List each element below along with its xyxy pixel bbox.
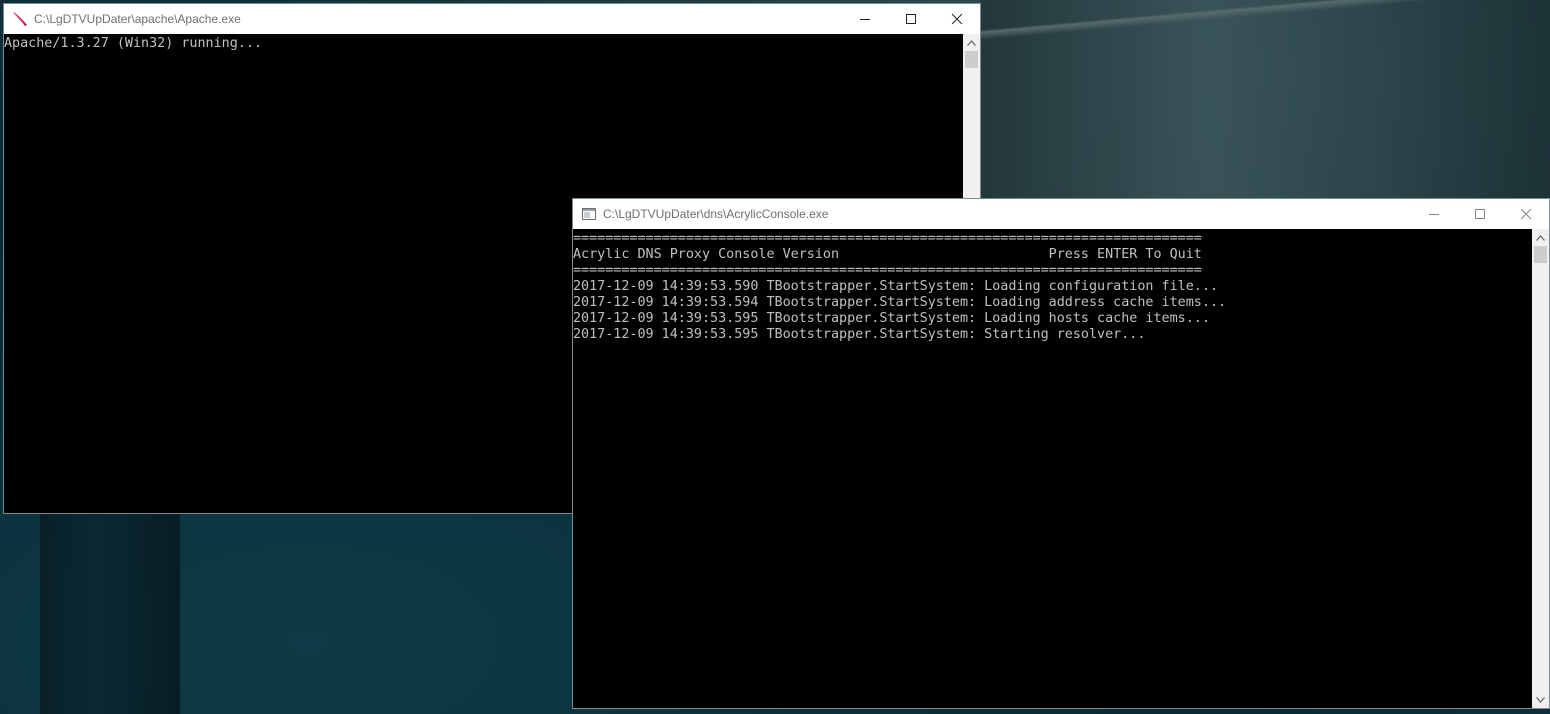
close-button[interactable]: [934, 4, 980, 34]
acrylic-console-area[interactable]: ========================================…: [573, 229, 1549, 708]
close-icon: [951, 13, 963, 25]
console-line: 2017-12-09 14:39:53.595 TBootstrapper.St…: [573, 311, 1210, 326]
acrylic-titlebar[interactable]: C:\LgDTVUpDater\dns\AcrylicConsole.exe: [573, 199, 1549, 229]
maximize-icon: [1475, 209, 1485, 219]
minimize-icon: [860, 19, 870, 20]
console-line: 2017-12-09 14:39:53.595 TBootstrapper.St…: [573, 327, 1146, 342]
console-line: Apache/1.3.27 (Win32) running...: [4, 36, 262, 51]
acrylic-console-window[interactable]: C:\LgDTVUpDater\dns\AcrylicConsole.exe =…: [572, 198, 1550, 709]
acrylic-console-output: ========================================…: [573, 231, 1226, 343]
close-button[interactable]: [1503, 199, 1549, 229]
scroll-thumb[interactable]: [965, 51, 978, 68]
acrylic-scrollbar[interactable]: [1532, 229, 1549, 708]
chevron-up-icon: [1536, 234, 1545, 241]
console-line: ========================================…: [573, 263, 1202, 278]
console-app-icon: [581, 206, 597, 222]
close-icon: [1520, 208, 1532, 220]
apache-titlebar[interactable]: C:\LgDTVUpDater\apache\Apache.exe: [4, 4, 980, 34]
minimize-button[interactable]: [842, 4, 888, 34]
maximize-button[interactable]: [888, 4, 934, 34]
minimize-button[interactable]: [1411, 199, 1457, 229]
console-line: ========================================…: [573, 231, 1202, 246]
chevron-up-icon: [967, 39, 976, 46]
console-line: 2017-12-09 14:39:53.594 TBootstrapper.St…: [573, 295, 1227, 310]
apache-console-output: Apache/1.3.27 (Win32) running...: [4, 36, 262, 52]
scroll-up-arrow[interactable]: [1532, 229, 1549, 246]
console-line: Acrylic DNS Proxy Console Version Press …: [573, 247, 1202, 262]
scroll-thumb[interactable]: [1534, 246, 1547, 263]
console-line: 2017-12-09 14:39:53.590 TBootstrapper.St…: [573, 279, 1218, 294]
chevron-down-icon: [1536, 696, 1545, 703]
apache-feather-icon: [12, 11, 28, 27]
apache-window-title: C:\LgDTVUpDater\apache\Apache.exe: [34, 12, 241, 26]
scroll-up-arrow[interactable]: [963, 34, 980, 51]
wallpaper-figure: [40, 510, 180, 714]
desktop-background: C:\LgDTVUpDater\apache\Apache.exe Apache…: [0, 0, 1550, 714]
minimize-icon: [1429, 214, 1439, 215]
maximize-button[interactable]: [1457, 199, 1503, 229]
wallpaper: [980, 0, 1550, 200]
acrylic-window-title: C:\LgDTVUpDater\dns\AcrylicConsole.exe: [603, 207, 829, 221]
scroll-down-arrow[interactable]: [1532, 691, 1549, 708]
maximize-icon: [906, 14, 916, 24]
